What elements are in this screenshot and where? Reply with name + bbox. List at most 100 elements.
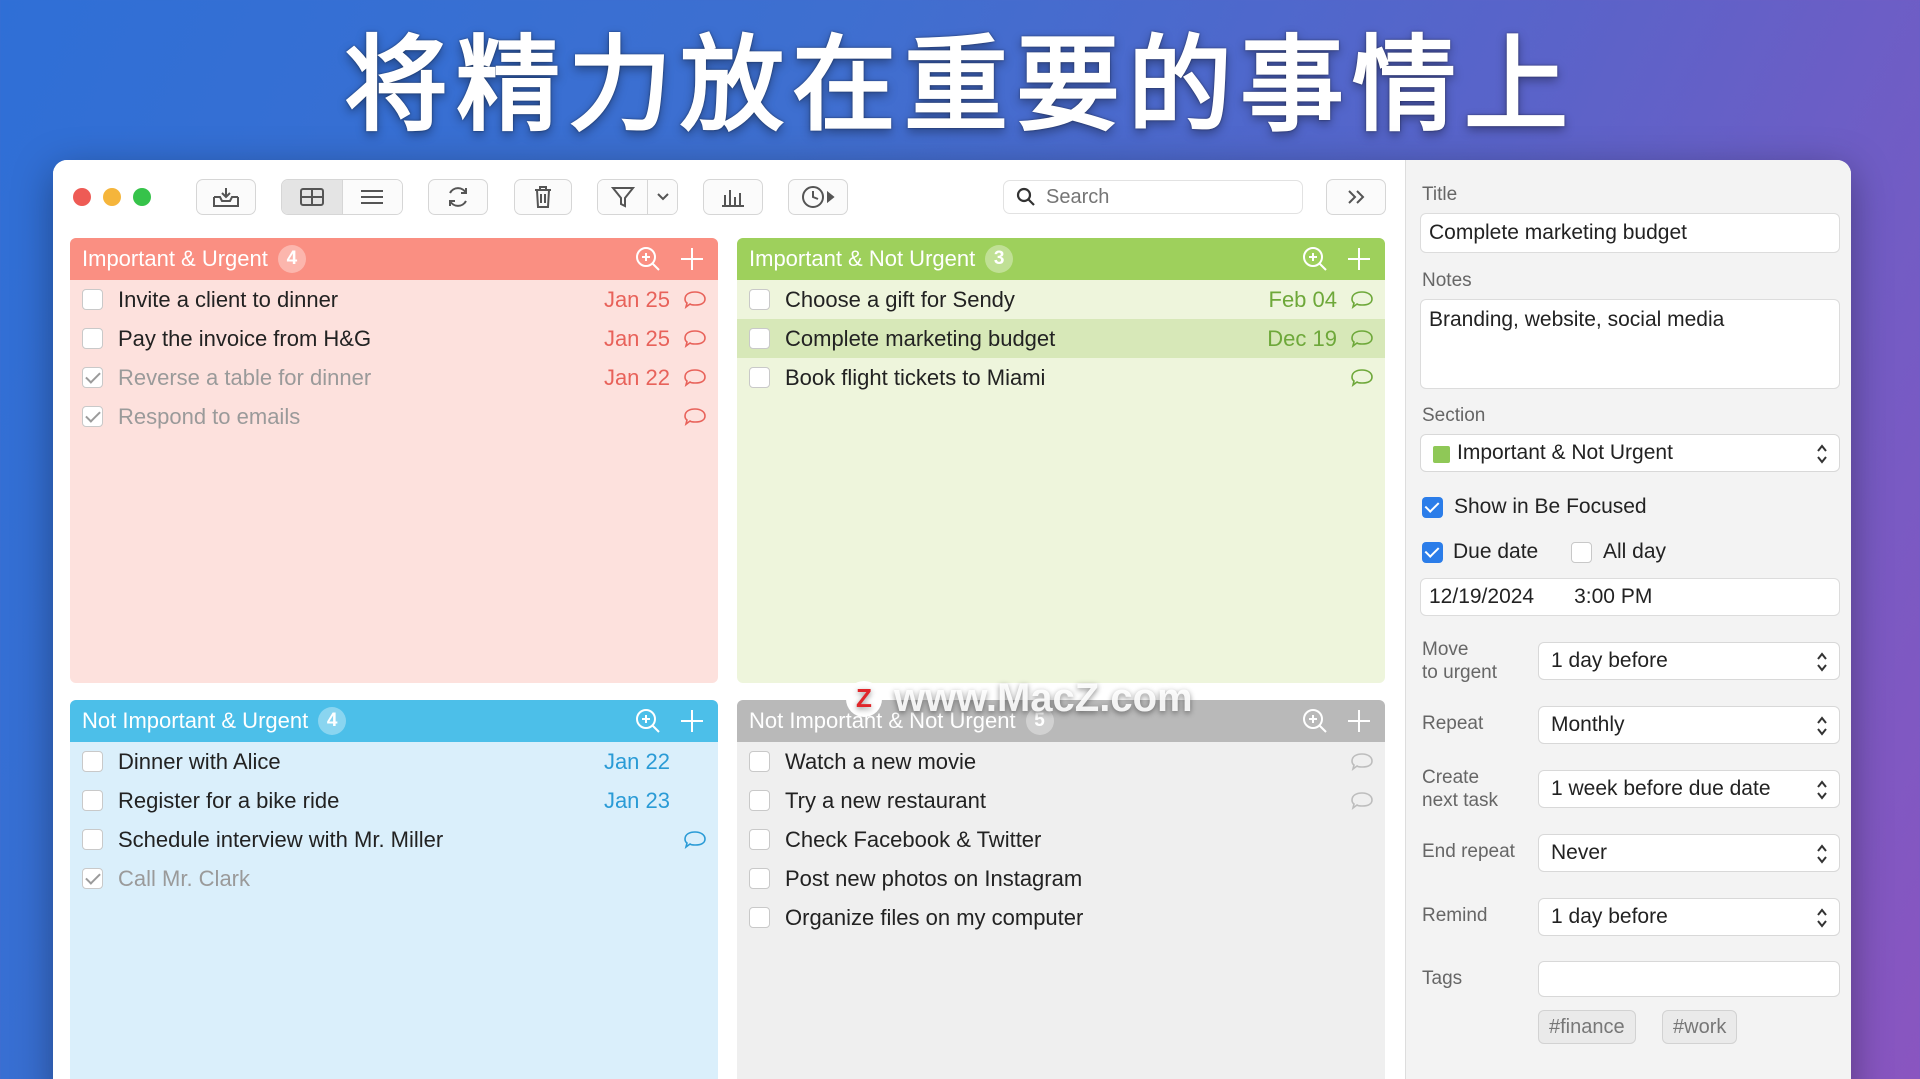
all-day-checkbox[interactable] [1571, 542, 1592, 563]
task-checkbox[interactable] [749, 367, 770, 388]
tag-finance[interactable]: #finance [1538, 1010, 1636, 1044]
filter-dropdown-button[interactable] [647, 180, 677, 214]
task-checkbox[interactable] [749, 907, 770, 928]
task-checkbox[interactable] [82, 367, 103, 388]
note-bubble-icon[interactable] [1349, 368, 1375, 394]
quadrant-title: Important & Not Urgent [749, 246, 976, 271]
task-row[interactable]: Dinner with Alice Jan 22 [70, 742, 718, 781]
task-due-date: Jan 23 [603, 787, 670, 813]
quadrant-header: Important & Urgent 4 [70, 238, 718, 280]
close-window-button[interactable] [73, 188, 91, 206]
note-bubble-icon[interactable] [1349, 752, 1375, 778]
tags-input[interactable] [1538, 961, 1840, 997]
task-checkbox[interactable] [82, 289, 103, 310]
task-checkbox[interactable] [749, 790, 770, 811]
note-bubble-icon[interactable] [682, 329, 708, 355]
zoom-in-icon[interactable] [634, 707, 662, 735]
zoom-window-button[interactable] [133, 188, 151, 206]
add-task-icon[interactable] [1345, 245, 1373, 273]
task-row[interactable]: Register for a bike ride Jan 23 [70, 781, 718, 820]
delete-button[interactable] [514, 179, 572, 215]
notes-field[interactable]: Branding, website, social media [1420, 299, 1840, 389]
task-checkbox[interactable] [82, 406, 103, 427]
task-row[interactable]: Organize files on my computer [737, 898, 1385, 937]
end-repeat-select[interactable]: Never [1538, 834, 1840, 872]
task-row[interactable]: Reverse a table for dinner Jan 22 [70, 358, 718, 397]
inbox-button[interactable] [196, 179, 256, 215]
task-checkbox[interactable] [82, 829, 103, 850]
task-row[interactable]: Respond to emails [70, 397, 718, 436]
toggle-sidebar-button[interactable] [1326, 179, 1386, 215]
remind-select[interactable]: 1 day before [1538, 898, 1840, 936]
show-focused-checkbox[interactable] [1422, 497, 1443, 518]
due-date-value[interactable]: 12/19/2024 [1429, 585, 1534, 609]
task-checkbox[interactable] [749, 751, 770, 772]
due-date-checkbox[interactable] [1422, 542, 1443, 563]
refresh-button[interactable] [428, 179, 488, 215]
task-row[interactable]: Book flight tickets to Miami [737, 358, 1385, 397]
task-row[interactable]: Schedule interview with Mr. Miller [70, 820, 718, 859]
task-checkbox[interactable] [82, 328, 103, 349]
task-row[interactable]: Pay the invoice from H&G Jan 25 [70, 319, 718, 358]
task-checkbox[interactable] [749, 829, 770, 850]
create-next-task-select[interactable]: 1 week before due date [1538, 770, 1840, 808]
task-label: Choose a gift for Sendy [785, 286, 1015, 312]
grid-view-button[interactable] [282, 180, 342, 214]
filter-icon [610, 187, 635, 208]
filter-button[interactable] [598, 180, 648, 214]
note-bubble-icon[interactable] [682, 407, 708, 433]
task-checkbox[interactable] [82, 751, 103, 772]
search-input[interactable] [1046, 185, 1276, 209]
task-checkbox[interactable] [82, 868, 103, 889]
watermark: Z www.MacZ.com [846, 676, 1193, 721]
note-bubble-icon[interactable] [682, 368, 708, 394]
repeat-select[interactable]: Monthly [1538, 706, 1840, 744]
remind-label: Remind [1422, 905, 1488, 926]
timer-button[interactable] [788, 179, 848, 215]
zoom-in-icon[interactable] [1301, 707, 1329, 735]
statistics-button[interactable] [703, 179, 763, 215]
add-task-icon[interactable] [678, 245, 706, 273]
add-task-icon[interactable] [678, 707, 706, 735]
section-select[interactable]: Important & Not Urgent [1420, 434, 1840, 472]
title-field[interactable]: Complete marketing budget [1420, 213, 1840, 253]
task-row[interactable]: Watch a new movie [737, 742, 1385, 781]
chevron-down-icon [656, 193, 669, 201]
list-view-button[interactable] [341, 180, 402, 214]
note-bubble-icon[interactable] [1349, 791, 1375, 817]
tag-work[interactable]: #work [1662, 1010, 1738, 1044]
task-row[interactable]: Invite a client to dinner Jan 25 [70, 280, 718, 319]
add-task-icon[interactable] [1345, 707, 1373, 735]
up-down-arrows-icon [1817, 780, 1827, 800]
note-bubble-icon[interactable] [1349, 329, 1375, 355]
note-bubble-icon[interactable] [1349, 290, 1375, 316]
task-checkbox[interactable] [749, 289, 770, 310]
task-list: Watch a new movie Try a new restaurant C… [737, 742, 1385, 1079]
minimize-window-button[interactable] [103, 188, 121, 206]
due-datetime-field[interactable]: 12/19/2024 3:00 PM [1420, 578, 1840, 616]
note-bubble-icon[interactable] [682, 290, 708, 316]
note-bubble-icon[interactable] [682, 830, 708, 856]
task-row[interactable]: Check Facebook & Twitter [737, 820, 1385, 859]
search-box[interactable] [1003, 180, 1303, 214]
grid-icon [299, 188, 324, 206]
zoom-in-icon[interactable] [1301, 245, 1329, 273]
task-row[interactable]: Complete marketing budget Dec 19 [737, 319, 1385, 358]
task-row[interactable]: Try a new restaurant [737, 781, 1385, 820]
task-label: Post new photos on Instagram [785, 865, 1083, 891]
task-row[interactable]: Call Mr. Clark [70, 859, 718, 898]
task-checkbox[interactable] [749, 868, 770, 889]
task-label: Check Facebook & Twitter [785, 826, 1042, 852]
task-label: Respond to emails [118, 403, 301, 429]
task-row[interactable]: Choose a gift for Sendy Feb 04 [737, 280, 1385, 319]
due-time-value[interactable]: 3:00 PM [1574, 585, 1652, 609]
task-label: Organize files on my computer [785, 904, 1084, 930]
zoom-in-icon[interactable] [634, 245, 662, 273]
task-row[interactable]: Post new photos on Instagram [737, 859, 1385, 898]
task-checkbox[interactable] [749, 328, 770, 349]
task-label: Invite a client to dinner [118, 286, 339, 312]
task-checkbox[interactable] [82, 790, 103, 811]
task-due-date: Dec 19 [1267, 325, 1337, 351]
quadrant-count: 4 [318, 707, 347, 735]
move-to-urgent-select[interactable]: 1 day before [1538, 642, 1840, 680]
